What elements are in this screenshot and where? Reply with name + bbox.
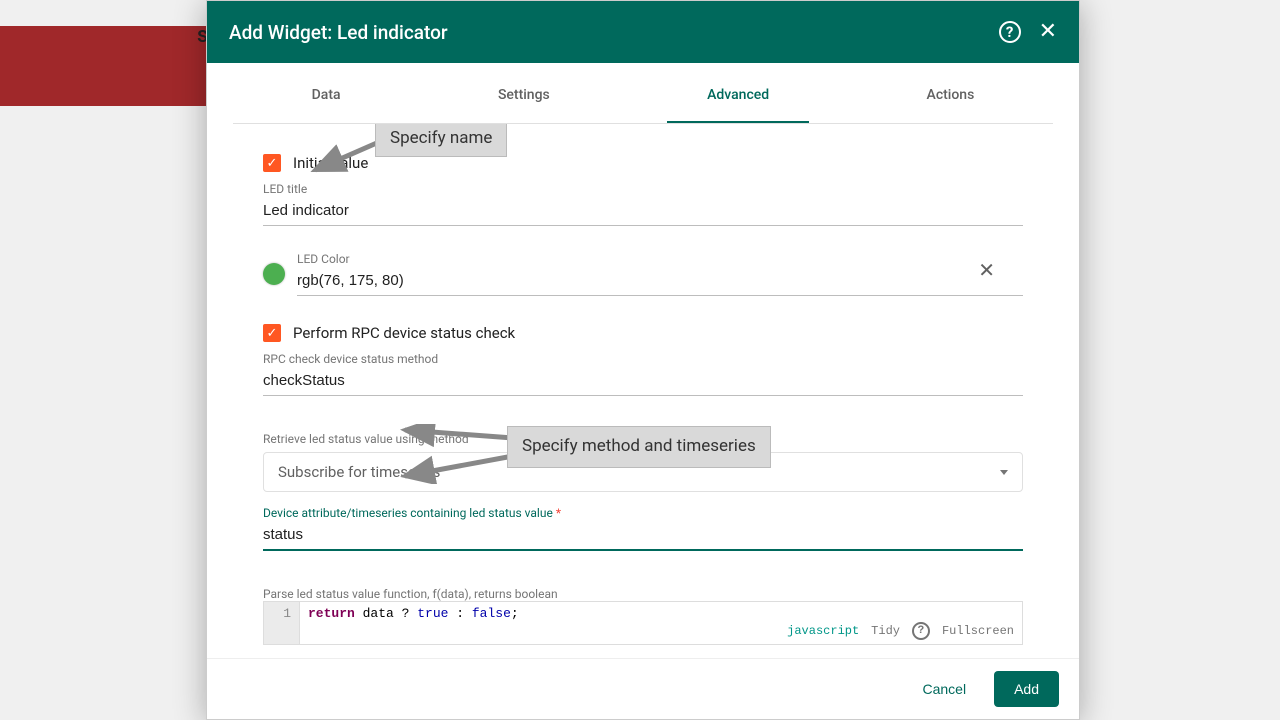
tabs-bar: Data Settings Advanced Actions	[233, 63, 1053, 124]
led-color-input[interactable]	[297, 266, 1023, 296]
led-color-label: LED Color	[297, 252, 1023, 266]
attribute-input[interactable]	[263, 520, 1023, 551]
led-color-swatch[interactable]	[263, 263, 285, 285]
annotation-specify-name: Specify name	[375, 124, 507, 157]
add-button[interactable]: Add	[994, 671, 1059, 707]
cancel-button[interactable]: Cancel	[908, 671, 980, 707]
tab-settings[interactable]: Settings	[458, 87, 590, 123]
led-title-input[interactable]	[263, 196, 1023, 226]
add-widget-dialog: Add Widget: Led indicator ? ✕ Data Setti…	[206, 0, 1080, 720]
rpc-method-input[interactable]	[263, 366, 1023, 396]
rpc-method-label: RPC check device status method	[263, 352, 1023, 366]
tab-advanced[interactable]: Advanced	[667, 87, 809, 123]
dialog-header: Add Widget: Led indicator ? ✕	[207, 1, 1079, 63]
editor-toolbar: javascript Tidy ? Fullscreen	[787, 622, 1014, 640]
tab-actions[interactable]: Actions	[887, 87, 1015, 123]
led-title-label: LED title	[263, 182, 1023, 196]
perform-rpc-checkbox[interactable]: ✓	[263, 324, 281, 342]
code-editor[interactable]: 1 return data ? true : false; javascript…	[263, 601, 1023, 645]
background-strip	[0, 26, 206, 106]
editor-tidy-button[interactable]: Tidy	[871, 624, 900, 638]
perform-rpc-label: Perform RPC device status check	[293, 324, 515, 342]
close-icon[interactable]: ✕	[1039, 21, 1057, 43]
clear-color-icon[interactable]: ✕	[978, 258, 995, 282]
annotation-arrow-2	[395, 424, 525, 484]
parse-function-label: Parse led status value function, f(data)…	[263, 587, 1023, 601]
help-icon[interactable]: ?	[999, 21, 1021, 43]
tab-data[interactable]: Data	[272, 87, 381, 123]
initial-value-checkbox[interactable]: ✓	[263, 154, 281, 172]
dialog-title: Add Widget: Led indicator	[229, 21, 999, 44]
code-line: return data ? true : false;	[300, 602, 527, 625]
editor-lang-button[interactable]: javascript	[787, 624, 859, 638]
form-area: ✓ Initial value LED title LED Color ✕ ✓ …	[207, 124, 1079, 658]
chevron-down-icon	[1000, 470, 1008, 475]
dialog-body: Data Settings Advanced Actions ✓ Initial…	[207, 63, 1079, 658]
annotation-specify-method: Specify method and timeseries	[507, 426, 771, 468]
code-gutter: 1	[264, 602, 300, 644]
attribute-label: Device attribute/timeseries containing l…	[263, 506, 1023, 520]
dialog-footer: Cancel Add	[207, 658, 1079, 719]
editor-fullscreen-button[interactable]: Fullscreen	[942, 624, 1014, 638]
editor-help-icon[interactable]: ?	[912, 622, 930, 640]
